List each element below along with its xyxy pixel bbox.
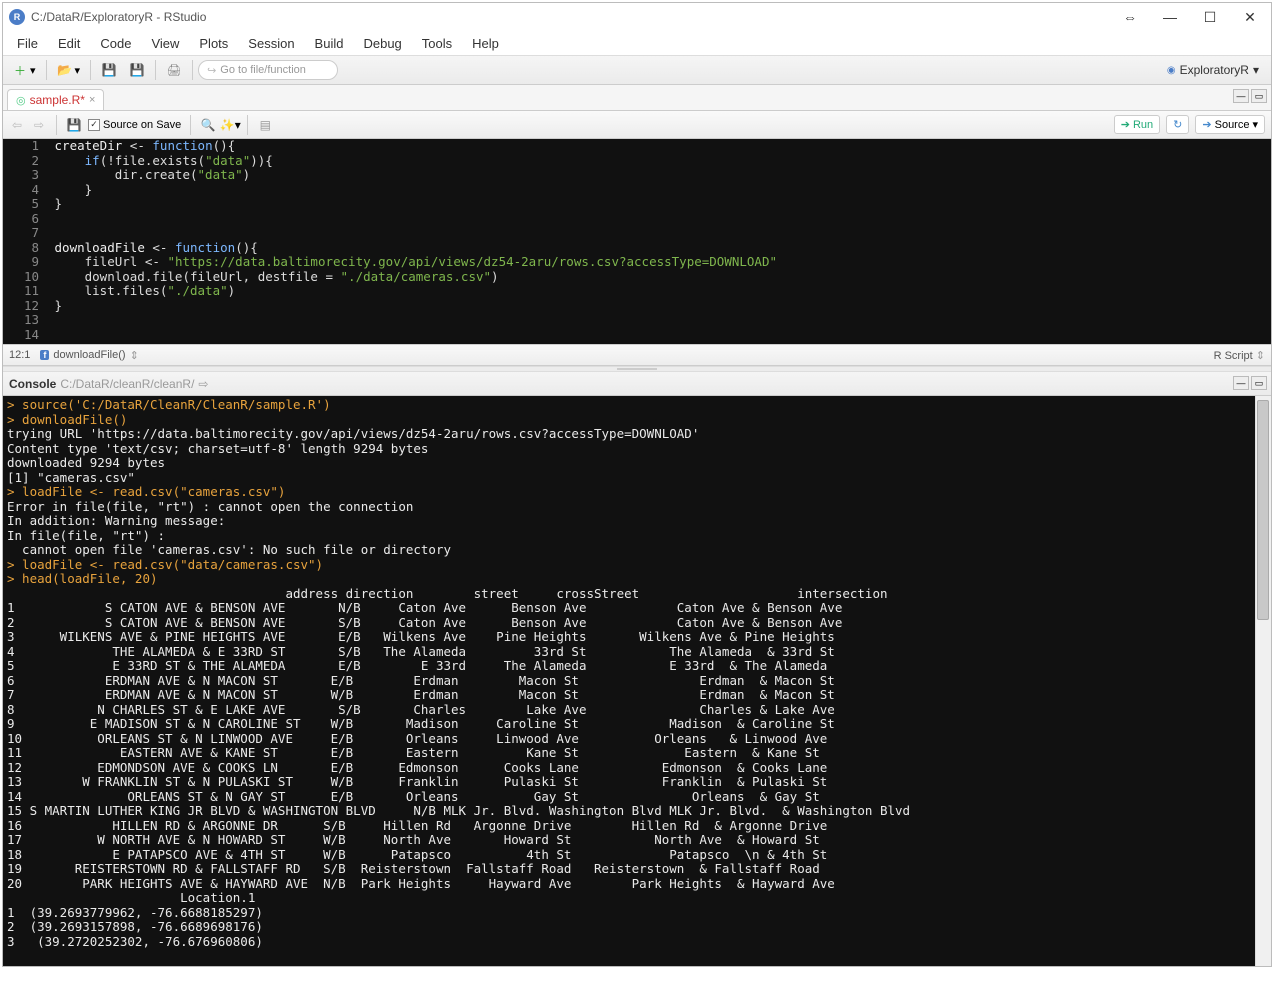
editor-status-bar: 12:1 f downloadFile() ⇕ R Script ⇕ <box>3 344 1271 366</box>
resize-icon[interactable]: ⇔ <box>1115 9 1145 26</box>
app-icon: R <box>9 9 25 25</box>
save-button[interactable]: 💾 <box>96 59 122 81</box>
menu-debug[interactable]: Debug <box>355 34 409 53</box>
back-icon[interactable]: ⇦ <box>9 117 25 133</box>
console-header: Console C:/DataR/cleanR/cleanR/ ⇨ — ▭ <box>3 372 1271 396</box>
open-file-button[interactable]: 📂▾ <box>52 59 86 81</box>
editor-tabs: ◎ sample.R* × — ▭ <box>3 85 1271 111</box>
r-file-icon: ◎ <box>16 94 26 107</box>
save-icon[interactable]: 💾 <box>66 117 82 133</box>
scrollbar-track[interactable] <box>1255 396 1271 966</box>
menu-file[interactable]: File <box>9 34 46 53</box>
menu-help[interactable]: Help <box>464 34 507 53</box>
pane-maximize-icon[interactable]: ▭ <box>1251 89 1267 103</box>
editor-toolbar: ⇦ ⇨ 💾 ✓Source on Save 🔍 ✨▾ ▤ ➔Run ↻ ➔Sou… <box>3 111 1271 139</box>
forward-icon[interactable]: ⇨ <box>31 117 47 133</box>
close-icon[interactable]: × <box>89 94 95 106</box>
run-button[interactable]: ➔Run <box>1114 115 1160 134</box>
minimize-button[interactable]: — <box>1155 9 1185 26</box>
source-on-save-checkbox[interactable]: ✓Source on Save <box>88 119 181 131</box>
menu-tools[interactable]: Tools <box>414 34 460 53</box>
menu-build[interactable]: Build <box>307 34 352 53</box>
tab-label: sample.R* <box>30 93 85 107</box>
menu-bar: FileEditCodeViewPlotsSession BuildDebug To… <box>3 31 1271 55</box>
console-path: C:/DataR/cleanR/cleanR/ <box>60 377 194 391</box>
console-label: Console <box>9 377 56 391</box>
source-button[interactable]: ➔Source ▾ <box>1195 115 1265 134</box>
console-maximize-icon[interactable]: ▭ <box>1251 376 1267 390</box>
close-button[interactable]: ✕ <box>1235 9 1265 26</box>
scrollbar-thumb[interactable] <box>1257 400 1269 620</box>
code-editor[interactable]: 1 createDir <- function(){2 if(!file.exi… <box>3 139 1271 344</box>
console-minimize-icon[interactable]: — <box>1233 376 1249 390</box>
menu-code[interactable]: Code <box>92 34 139 53</box>
title-bar: R C:/DataR/ExploratoryR - RStudio ⇔ — ☐ … <box>3 3 1271 31</box>
menu-session[interactable]: Session <box>240 34 302 53</box>
window-title: C:/DataR/ExploratoryR - RStudio <box>31 10 1115 24</box>
goto-file-input[interactable]: ↪Go to file/function <box>198 60 338 80</box>
tab-sample[interactable]: ◎ sample.R* × <box>7 89 104 110</box>
main-toolbar: ＋▾ 📂▾ 💾 💾 🖨 ↪Go to file/function ◉Explor… <box>3 55 1271 85</box>
maximize-button[interactable]: ☐ <box>1195 9 1225 26</box>
function-nav[interactable]: f downloadFile() ⇕ <box>40 349 138 362</box>
cursor-position: 12:1 <box>9 349 30 361</box>
script-mode[interactable]: R Script ⇕ <box>1214 349 1265 362</box>
print-button[interactable]: 🖨 <box>161 59 187 81</box>
project-dropdown[interactable]: ◉ExploratoryR ▾ <box>1159 61 1267 79</box>
rerun-button[interactable]: ↻ <box>1166 115 1189 134</box>
wand-icon[interactable]: ✨▾ <box>222 117 238 133</box>
find-icon[interactable]: 🔍 <box>200 117 216 133</box>
console-path-arrow-icon[interactable]: ⇨ <box>198 377 208 391</box>
menu-view[interactable]: View <box>143 34 187 53</box>
notebook-icon[interactable]: ▤ <box>257 117 273 133</box>
save-all-button[interactable]: 💾 <box>124 59 150 81</box>
menu-edit[interactable]: Edit <box>50 34 88 53</box>
new-file-button[interactable]: ＋▾ <box>7 59 41 81</box>
console[interactable]: > source('C:/DataR/CleanR/CleanR/sample.… <box>3 396 1271 966</box>
menu-plots[interactable]: Plots <box>191 34 236 53</box>
pane-minimize-icon[interactable]: — <box>1233 89 1249 103</box>
